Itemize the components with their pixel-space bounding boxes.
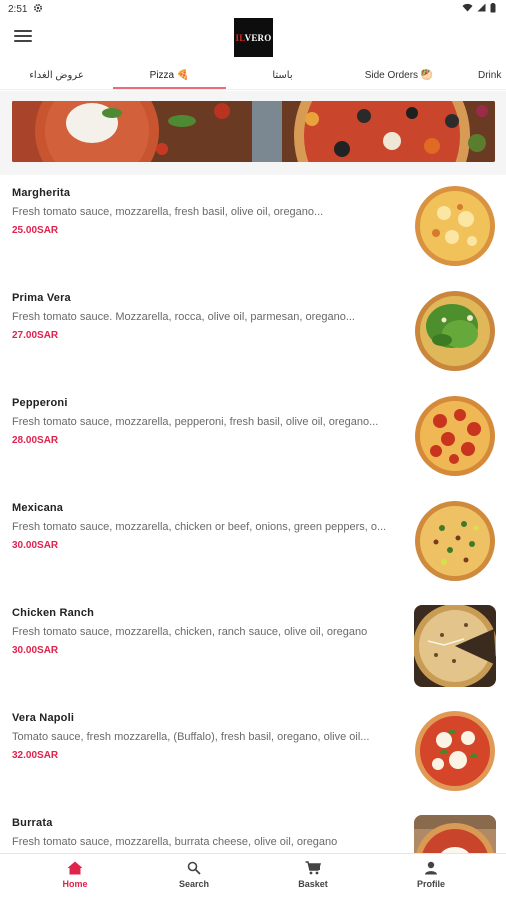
item-price: 30.00SAR [12,645,59,656]
menu-item-burrata[interactable]: Burrata Fresh tomato sauce, mozzarella, … [0,805,506,853]
category-tabs: عروض الغداء Pizza 🍕 باستا Side Orders 🥙 … [0,60,506,90]
item-description: Fresh tomato sauce, mozzarella, fresh ba… [12,206,324,218]
item-price: 32.00SAR [12,750,59,761]
hamburger-menu-icon[interactable] [14,30,32,44]
nav-home-label: Home [62,879,88,889]
menu-item-prima-vera[interactable]: Prima Vera Fresh tomato sauce. Mozzarell… [0,280,506,385]
item-name: Mexicana [12,502,64,514]
item-image [414,290,496,372]
menu-item-chicken-ranch[interactable]: Chicken Ranch Fresh tomato sauce, mozzar… [0,595,506,700]
item-image [414,710,496,792]
nav-search[interactable]: Search [154,860,234,898]
item-description: Fresh tomato sauce. Mozzarella, rocca, o… [12,311,355,323]
tab-drinks[interactable]: Drink [478,60,506,90]
home-icon [67,860,83,876]
nav-home[interactable]: Home [35,860,115,898]
menu-item-mexicana[interactable]: Mexicana Fresh tomato sauce, mozzarella,… [0,490,506,595]
item-description: Tomato sauce, fresh mozzarella, (Buffalo… [12,731,370,743]
nav-basket-label: Basket [298,879,328,889]
gear-icon [33,3,43,16]
menu-item-margherita[interactable]: Margherita Fresh tomato sauce, mozzarell… [0,175,506,280]
nav-basket[interactable]: Basket [273,860,353,898]
status-time: 2:51 [8,3,28,15]
nav-profile-label: Profile [416,879,445,889]
item-name: Burrata [12,817,53,829]
tab-pizza[interactable]: Pizza 🍕 [113,60,226,90]
active-tab-indicator [113,87,226,89]
tab-pasta[interactable]: باستا [226,60,339,90]
item-description: Fresh tomato sauce, mozzarella, burrata … [12,836,338,848]
signal-icon [477,3,486,15]
item-image [414,605,496,687]
item-price: 30.00SAR [12,540,59,551]
item-image [414,395,496,477]
item-description: Fresh tomato sauce, mozzarella, chicken,… [12,626,368,638]
item-image [414,185,496,267]
item-description: Fresh tomato sauce, mozzarella, pepperon… [12,416,379,428]
item-image [414,500,496,582]
item-name: Vera Napoli [12,712,75,724]
item-description: Fresh tomato sauce, mozzarella, chicken … [12,521,387,533]
status-bar: 2:51 [0,0,506,18]
nav-search-label: Search [178,879,210,889]
tab-lunch-offers[interactable]: عروض الغداء [0,60,113,90]
item-price: 27.00SAR [12,330,59,341]
item-price: 28.00SAR [12,435,59,446]
pizza-banner-image [12,101,495,162]
nav-profile[interactable]: Profile [391,860,471,898]
wifi-icon [462,3,473,15]
item-image [414,815,496,853]
cart-icon [305,860,321,876]
menu-content[interactable]: Margherita Fresh tomato sauce, mozzarell… [0,91,506,853]
app-header: ILVERO [0,18,506,60]
bottom-navigation: Home Search Basket Profile [0,853,506,900]
menu-item-pepperoni[interactable]: Pepperoni Fresh tomato sauce, mozzarella… [0,385,506,490]
battery-icon [490,2,496,16]
item-name: Pepperoni [12,397,68,409]
item-name: Margherita [12,187,71,199]
tab-side-orders[interactable]: Side Orders 🥙 [339,60,459,90]
brand-logo: ILVERO [234,18,273,57]
item-price: 25.00SAR [12,225,59,236]
menu-item-vera-napoli[interactable]: Vera Napoli Tomato sauce, fresh mozzarel… [0,700,506,805]
profile-icon [423,860,439,876]
search-icon [186,860,202,876]
item-name: Chicken Ranch [12,607,95,619]
item-name: Prima Vera [12,292,71,304]
